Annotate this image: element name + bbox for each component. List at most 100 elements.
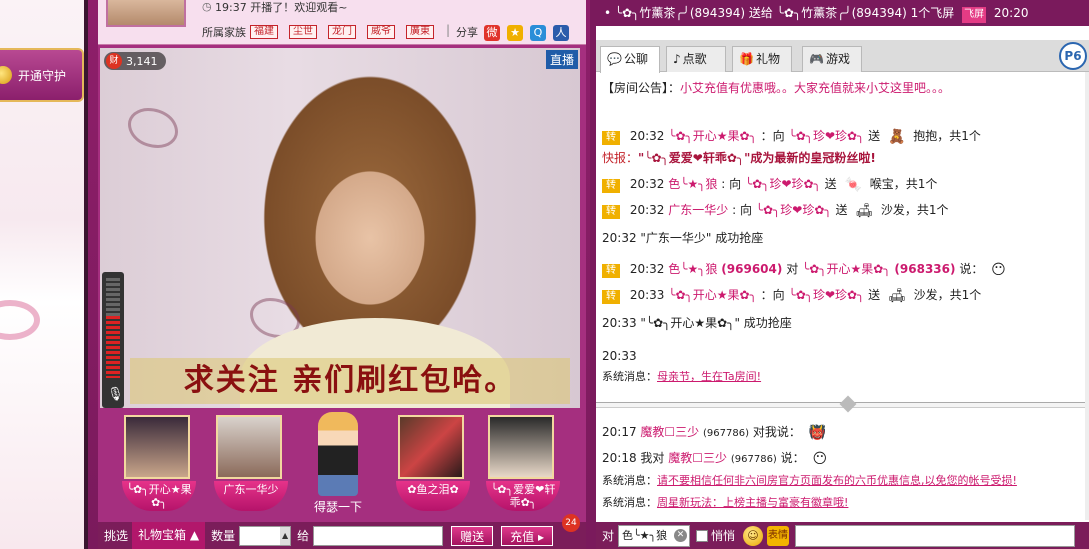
video-stream[interactable]: 财 3,141 直播 求关注 亲们刷红包哈。 🎙 (100, 48, 580, 408)
family-tag[interactable]: 福建 (250, 25, 278, 39)
family-tag[interactable]: 廣東 (406, 25, 434, 39)
wealth-value: 3,141 (126, 54, 158, 68)
chat-target-select[interactable]: 色╰★╮狼 ✕ (618, 524, 691, 547)
msg-user[interactable]: ╰✿╮珍❤珍✿╮ (788, 288, 864, 302)
recipient-input[interactable] (313, 525, 444, 546)
coin-icon (0, 66, 12, 84)
room-announcement: 【房间公告】：小艾充值有优惠哦。。大家充值就来小艾这里吧。。。 (602, 80, 950, 96)
chat-message: 转 20:32 广东一华少 : 向 ╰✿╮珍❤珍✿╮ 送 🛋 沙发，共1个 (602, 202, 949, 219)
announce-label: 【房间公告】： (602, 81, 681, 95)
volume-fill (106, 316, 120, 378)
seat-name: ╰✿╮开心★果✿╮ (122, 481, 196, 511)
music-icon: ♪ (673, 52, 681, 66)
family-tag[interactable]: 龙门 (328, 25, 356, 39)
avatar-figure (318, 412, 358, 496)
tab-gifts[interactable]: 🎁 礼物 (732, 46, 792, 72)
msg-time: 20:18 (602, 451, 637, 465)
msg-text: : 向 (721, 177, 742, 191)
msg-text: 说： (780, 451, 805, 465)
open-guard-label: 开通守护 (18, 68, 67, 83)
whisper-checkbox[interactable] (696, 529, 709, 542)
family-tag[interactable]: 威爷 (367, 25, 395, 39)
emoji-icon: 😶 (812, 450, 828, 467)
repost-icon: 转 (602, 264, 620, 278)
repost-icon: 转 (602, 290, 620, 304)
notification-badge[interactable]: 24 (562, 514, 580, 532)
msg-user[interactable]: ╰✿╮开心★果✿╮ (802, 262, 891, 276)
system-link[interactable]: 母亲节，生在Ta房间! (657, 370, 761, 383)
seat[interactable]: ╰✿╮开心★果✿╮ (122, 415, 196, 511)
system-link[interactable]: 请不要相信任何非六间房官方页面发布的六币优惠信息,以免您的帐号受损! (657, 474, 1017, 487)
seat[interactable]: ╰✿╮爱爱❤轩乖✿╮ (486, 415, 560, 511)
tab-label: 游戏 (825, 52, 850, 66)
msg-user[interactable]: 色╰★╮狼 (668, 262, 717, 276)
seat[interactable]: 广东一华少 (214, 415, 288, 511)
msg-user[interactable]: 魔教☐三少 (640, 425, 699, 439)
tab-song-request[interactable]: ♪ 点歌 (666, 46, 726, 72)
msg-time: 20:32 (629, 177, 665, 191)
chat-input-bar: 对 色╰★╮狼 ✕ 悄悄 ☺ 表情 (596, 522, 1089, 549)
volume-bars (106, 278, 120, 378)
tencent-weibo-icon[interactable]: Q (530, 25, 546, 41)
open-guard-button[interactable]: 开通守护 (0, 48, 84, 102)
close-icon[interactable]: ✕ (674, 528, 688, 542)
announce-text: 小艾充值有优惠哦。。大家充值就来小艾这里吧。。。 (680, 81, 951, 95)
gift-box-button[interactable]: 礼物宝箱 ▲ (132, 522, 206, 549)
seat[interactable]: ✿鱼之泪✿ (396, 415, 470, 511)
host-avatar[interactable] (106, 0, 186, 27)
renren-icon[interactable]: 人 (553, 25, 569, 41)
weibo-icon[interactable]: 微 (484, 25, 500, 41)
msg-text: 送 (868, 129, 881, 143)
recharge-button[interactable]: 充值 ▸ (501, 525, 553, 546)
wealth-badge: 财 3,141 (104, 52, 166, 70)
qzone-icon[interactable]: ★ (507, 25, 523, 41)
tab-label: 点歌 (682, 52, 707, 66)
flash-text: "╰✿╮爱爱❤轩乖✿╮"成为最新的皇冠粉丝啦! (638, 151, 876, 165)
msg-text: 对我说： (752, 425, 801, 439)
system-link[interactable]: 周星新玩法：上榜主播与富豪有徽章哦! (657, 496, 848, 509)
marquee-time: 20:20 (993, 6, 1029, 20)
msg-text: 对 (786, 262, 799, 276)
repost-icon: 转 (602, 131, 620, 145)
to-label: 给 (297, 529, 310, 543)
seat[interactable]: 得瑟一下 (303, 412, 373, 515)
volume-meter[interactable]: 🎙 (102, 272, 124, 408)
chat-splitter[interactable] (596, 395, 1089, 413)
msg-user[interactable]: ╰✿╮开心★果✿╮ (668, 129, 757, 143)
gift-box-label: 礼物宝箱 (138, 528, 187, 542)
p6-button[interactable]: P6 (1059, 42, 1087, 70)
family-tag[interactable]: 尘世 (289, 25, 317, 39)
msg-user[interactable]: 广东一华少 (668, 203, 728, 217)
share-label: 分享 (456, 26, 478, 39)
scrollbar[interactable] (1085, 72, 1089, 520)
msg-user[interactable]: ╰✿╮珍❤珍✿╮ (745, 177, 821, 191)
host-status: 19:37 开播了！欢迎观看~ (215, 0, 347, 15)
msg-user[interactable]: ╰✿╮珍❤珍✿╮ (788, 129, 864, 143)
msg-gift: 喉宝，共1个 (869, 177, 938, 191)
sticker-button[interactable]: 表情 (767, 525, 790, 546)
chat-message: 转 20:32 ╰✿╮开心★果✿╮ ：向 ╰✿╮珍❤珍✿╮ 送 🧸 抱抱，共1个 (602, 128, 981, 145)
emoji-button[interactable]: ☺ (743, 525, 764, 546)
msg-user[interactable]: 魔教☐三少 (668, 451, 727, 465)
host-time: 19:37 (215, 1, 247, 14)
msg-time: 20:32 (629, 262, 665, 276)
send-gift-button[interactable]: 赠送 (451, 525, 494, 546)
tab-public-chat[interactable]: 💬 公聊 (600, 46, 660, 73)
msg-text: 说： (959, 262, 984, 276)
msg-user[interactable]: ╰✿╮开心★果✿╮ (668, 288, 757, 302)
chat-tab-bar: 💬 公聊 ♪ 点歌 🎁 礼物 🎮 游戏 P6 (596, 40, 1089, 73)
tab-games[interactable]: 🎮 游戏 (802, 46, 862, 72)
private-chat-log[interactable]: 20:17 魔教☐三少 (967786) 对我说： 👹 20:18 我对 魔教☐… (596, 410, 1089, 520)
microphone-icon[interactable]: 🎙 (107, 386, 124, 404)
msg-gift: 沙发，共1个 (880, 203, 949, 217)
system-message: 系统消息：周星新玩法：上榜主播与富豪有徽章哦! (602, 495, 848, 511)
quantity-stepper-icon[interactable]: ▲ (280, 526, 291, 545)
quantity-input[interactable]: ▲ (239, 525, 292, 546)
to-label: 对 (602, 529, 615, 543)
msg-text: : 向 (732, 203, 752, 217)
gift-icon: 🎁 (739, 52, 754, 66)
chat-input[interactable] (795, 524, 1076, 547)
msg-user[interactable]: 色╰★╮狼 (668, 177, 717, 191)
msg-user[interactable]: ╰✿╮珍❤珍✿╮ (756, 203, 832, 217)
public-chat-log[interactable]: 【房间公告】：小艾充值有优惠哦。。大家充值就来小艾这里吧。。。 转 20:32 … (596, 72, 1089, 402)
